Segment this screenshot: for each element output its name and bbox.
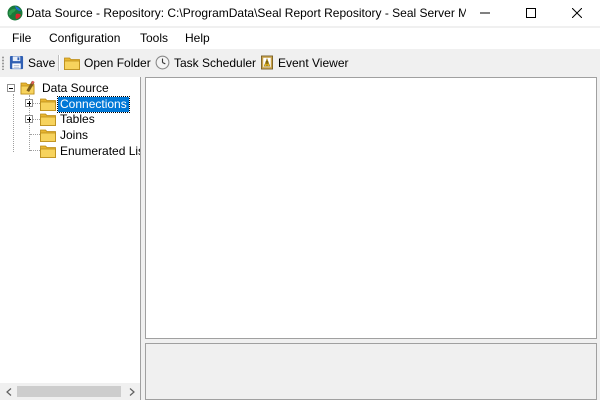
menu-file[interactable]: File: [12, 31, 31, 45]
task-scheduler-button[interactable]: Task Scheduler: [155, 53, 256, 72]
scrollbar-thumb[interactable]: [17, 386, 121, 397]
tree-node-joins[interactable]: Joins: [40, 127, 90, 143]
chevron-left-icon: [5, 387, 11, 396]
folder-icon: [40, 145, 56, 158]
folder-icon: [40, 129, 56, 142]
description-panel: [145, 343, 597, 400]
tree-node-connections[interactable]: Connections: [40, 95, 130, 113]
properties-panel[interactable]: [145, 77, 597, 339]
folder-icon: [40, 98, 56, 111]
toolbar-separator: [58, 55, 60, 71]
folder-icon: [40, 113, 56, 126]
expand-toggle[interactable]: [25, 99, 33, 107]
open-folder-label: Open Folder: [84, 55, 151, 70]
tree-connector-line: [13, 94, 14, 152]
seal-globe-icon: [7, 5, 23, 21]
menu-configuration[interactable]: Configuration: [49, 31, 120, 45]
tree-node-label: Tables: [60, 111, 95, 126]
window-title: Data Source - Repository: C:\ProgramData…: [26, 6, 466, 20]
folder-icon: [64, 57, 80, 70]
close-button[interactable]: [554, 0, 600, 26]
tree-view[interactable]: Data Source Connections Tables Joins Enu…: [0, 77, 141, 400]
tree-node-label: Connections: [57, 95, 130, 113]
maximize-button[interactable]: [508, 0, 554, 26]
collapse-toggle[interactable]: [7, 84, 15, 92]
data-source-icon: [20, 80, 35, 95]
minimize-icon: [480, 12, 490, 14]
expand-toggle[interactable]: [25, 115, 33, 123]
tree-connector-line: [32, 103, 40, 104]
toolbar-grip[interactable]: [2, 56, 4, 70]
open-folder-button[interactable]: Open Folder: [64, 53, 151, 72]
minimize-button[interactable]: [462, 0, 508, 26]
event-viewer-button[interactable]: Event Viewer: [260, 53, 348, 72]
toolbar: Save Open Folder Task Scheduler Event Vi…: [0, 51, 600, 75]
tree-node-label: Data Source: [42, 80, 109, 95]
main-window: Data Source - Repository: C:\ProgramData…: [0, 0, 600, 400]
floppy-disk-icon: [9, 55, 24, 70]
event-log-icon: [261, 55, 273, 70]
tree-node-label: Joins: [60, 127, 89, 142]
event-viewer-label: Event Viewer: [278, 55, 349, 70]
task-scheduler-label: Task Scheduler: [174, 55, 257, 70]
tree-connector-line: [30, 134, 40, 135]
horizontal-scrollbar[interactable]: [0, 383, 140, 400]
tree-node-enumerated-lists[interactable]: Enumerated Lists: [40, 143, 140, 159]
close-icon: [572, 8, 582, 18]
tree-connector-line: [30, 150, 40, 151]
tree-connector-line: [32, 119, 40, 120]
tree-node-label: Enumerated Lists: [60, 143, 140, 158]
maximize-icon: [526, 8, 536, 18]
menu-help[interactable]: Help: [185, 31, 210, 45]
clock-icon: [155, 55, 170, 70]
save-button[interactable]: Save: [9, 53, 55, 72]
save-label: Save: [28, 55, 56, 70]
scroll-right-button[interactable]: [123, 383, 140, 400]
chevron-right-icon: [129, 387, 135, 396]
title-bar[interactable]: Data Source - Repository: C:\ProgramData…: [0, 0, 600, 26]
menu-tools[interactable]: Tools: [140, 31, 168, 45]
scroll-left-button[interactable]: [0, 383, 17, 400]
menu-bar: File Configuration Tools Help: [0, 28, 600, 49]
tree-node-data-source[interactable]: Data Source: [20, 80, 111, 96]
tree-node-tables[interactable]: Tables: [40, 111, 97, 127]
